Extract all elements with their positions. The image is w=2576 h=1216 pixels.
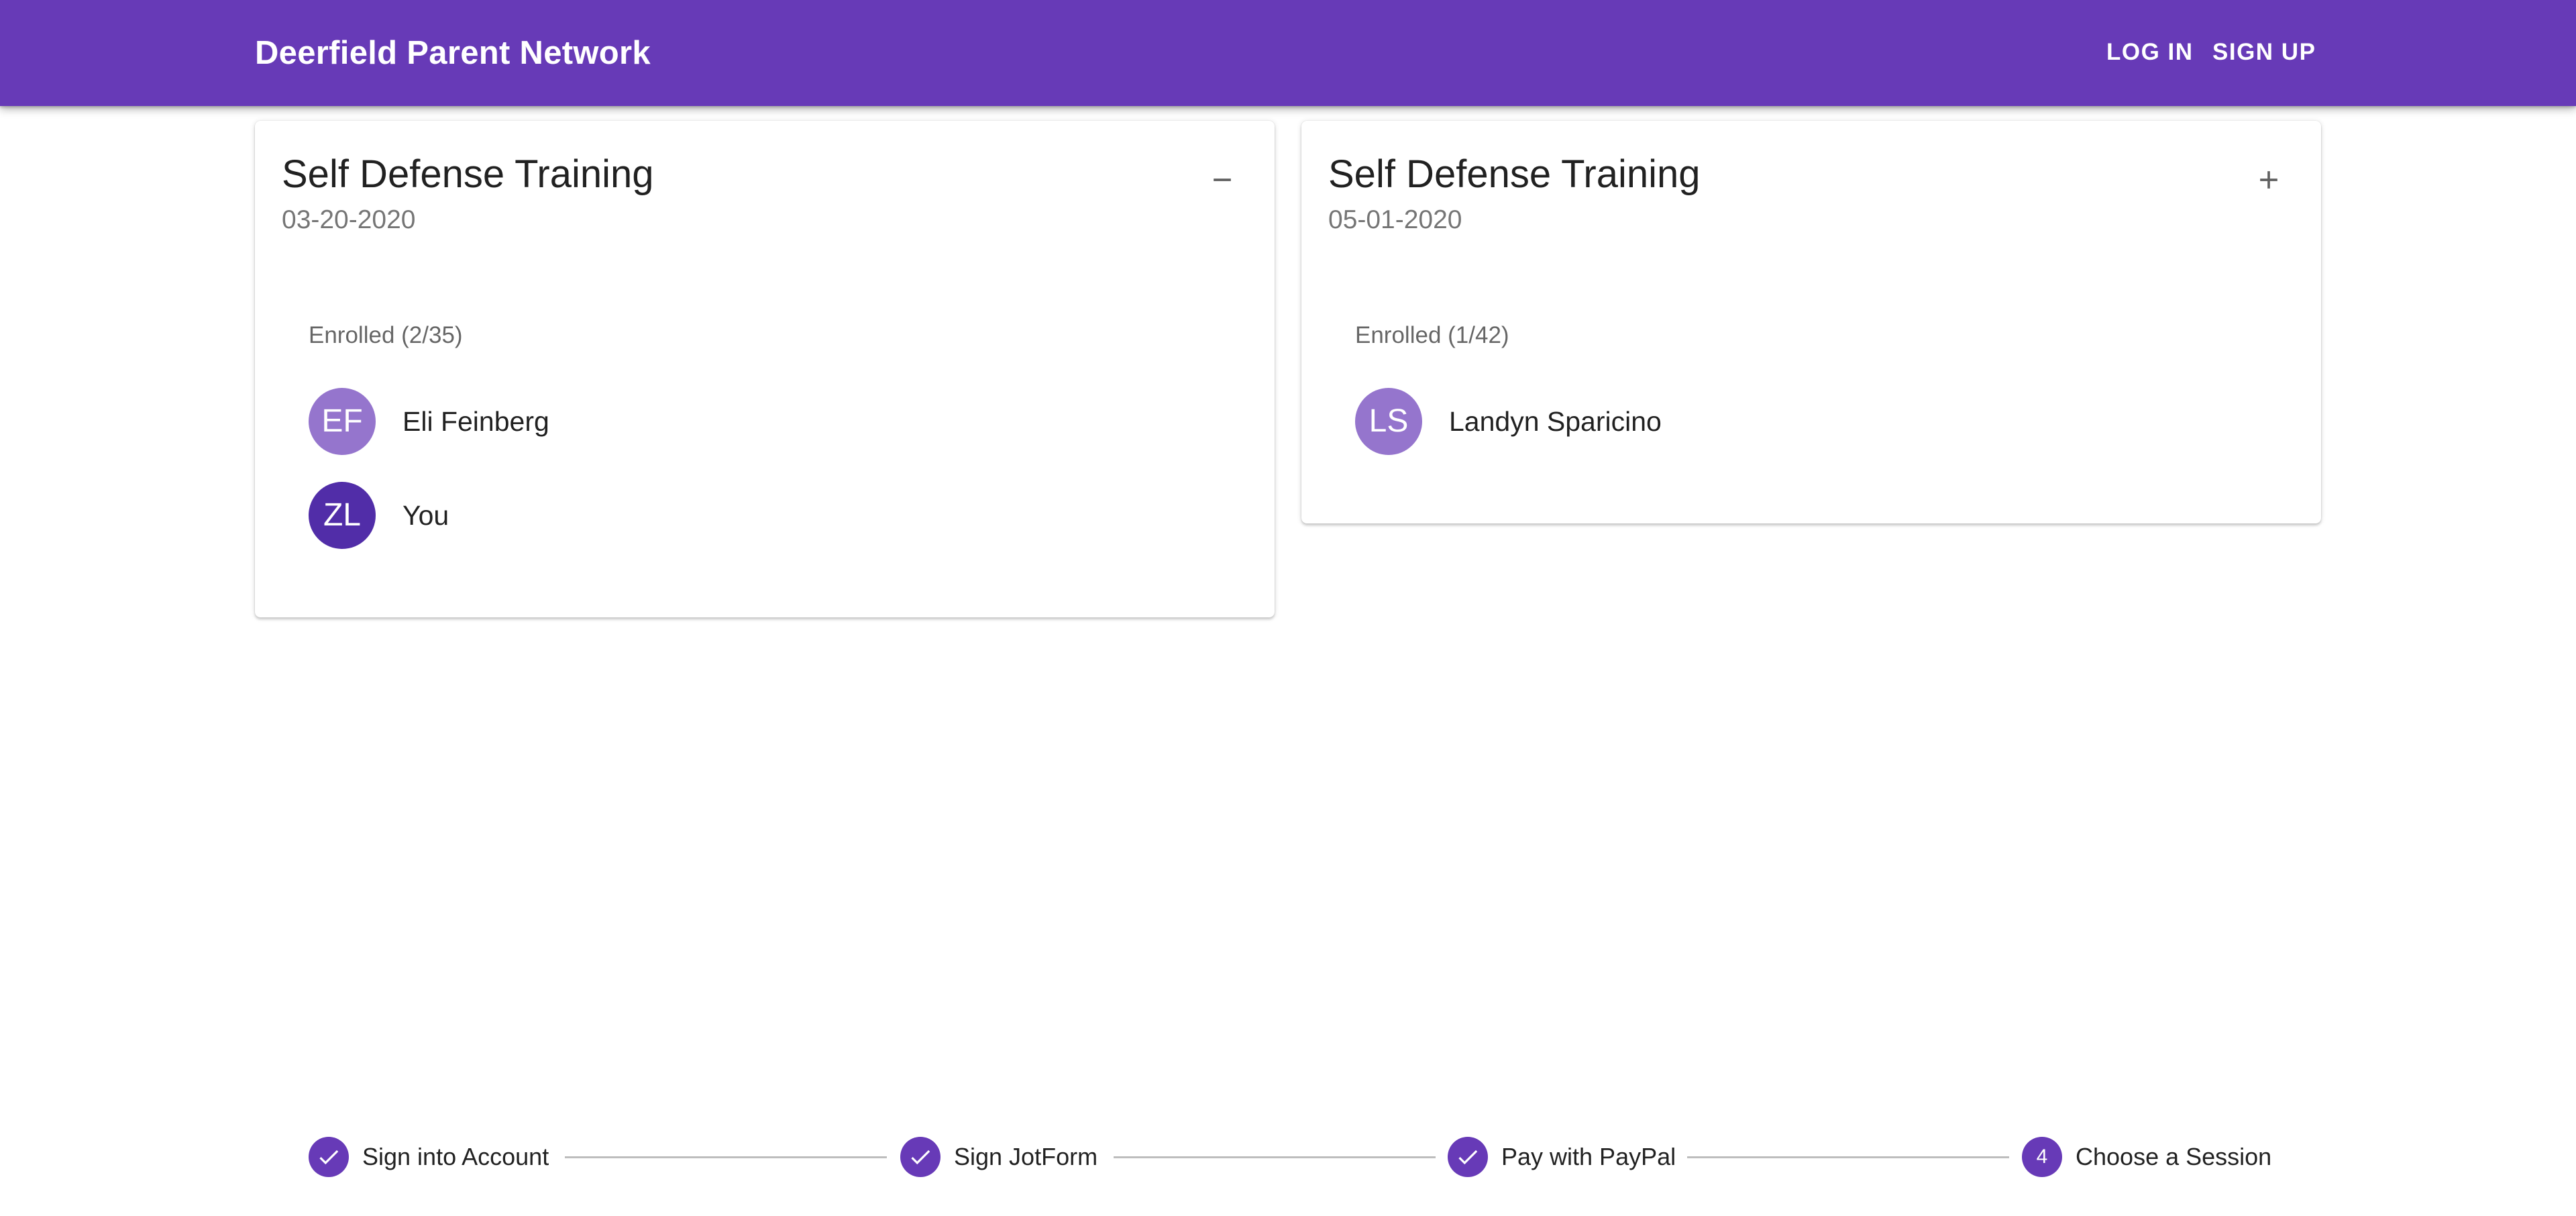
enrolled-member: LS Landyn Sparicino (1355, 388, 1662, 455)
enrolled-count: Enrolled (1/42) (1355, 322, 1509, 348)
avatar: ZL (309, 482, 376, 549)
login-button[interactable]: LOG IN (2106, 38, 2194, 67)
check-icon (1458, 1150, 1478, 1165)
member-name: You (402, 500, 449, 531)
step-number: 4 (2022, 1137, 2062, 1177)
app-bar: Deerfield Parent Network LOG IN SIGN UP (0, 0, 2576, 106)
check-icon (911, 1150, 930, 1165)
step-complete-indicator (1448, 1137, 1488, 1177)
step-label: Sign JotForm (954, 1143, 1098, 1170)
step-sign-jotform[interactable]: Sign JotForm (900, 1137, 1097, 1177)
enrolled-member: EF Eli Feinberg (309, 388, 549, 455)
member-name: Landyn Sparicino (1449, 406, 1662, 437)
step-complete-indicator (900, 1137, 941, 1177)
expand-button[interactable] (2243, 154, 2294, 205)
step-connector (1687, 1156, 2009, 1158)
session-date: 03-20-2020 (282, 205, 416, 234)
step-complete-indicator (309, 1137, 349, 1177)
plus-icon (2260, 171, 2277, 189)
checkout-stepper: Sign into Account Sign JotForm Pay with … (0, 1127, 2576, 1186)
step-sign-into-account[interactable]: Sign into Account (309, 1137, 549, 1177)
app-title: Deerfield Parent Network (255, 35, 651, 71)
collapse-button[interactable] (1197, 154, 1248, 205)
session-card: Self Defense Training 03-20-2020 Enrolle… (255, 121, 1275, 617)
step-pay-with-paypal[interactable]: Pay with PayPal (1448, 1137, 1676, 1177)
step-label: Pay with PayPal (1501, 1143, 1676, 1170)
step-connector (565, 1156, 887, 1158)
session-title: Self Defense Training (1328, 152, 1701, 196)
session-title: Self Defense Training (282, 152, 654, 196)
minus-icon (1214, 179, 1231, 181)
signup-button[interactable]: SIGN UP (2212, 38, 2316, 67)
step-label: Choose a Session (2076, 1143, 2272, 1170)
enrolled-member: ZL You (309, 482, 449, 549)
session-date: 05-01-2020 (1328, 205, 1462, 234)
member-name: Eli Feinberg (402, 406, 549, 437)
session-card: Self Defense Training 05-01-2020 Enrolle… (1301, 121, 2321, 523)
check-icon (319, 1150, 339, 1165)
step-label: Sign into Account (362, 1143, 549, 1170)
step-choose-a-session[interactable]: 4 Choose a Session (2022, 1137, 2271, 1177)
enrolled-count: Enrolled (2/35) (309, 322, 463, 348)
avatar: EF (309, 388, 376, 455)
avatar: LS (1355, 388, 1422, 455)
step-connector (1114, 1156, 1436, 1158)
